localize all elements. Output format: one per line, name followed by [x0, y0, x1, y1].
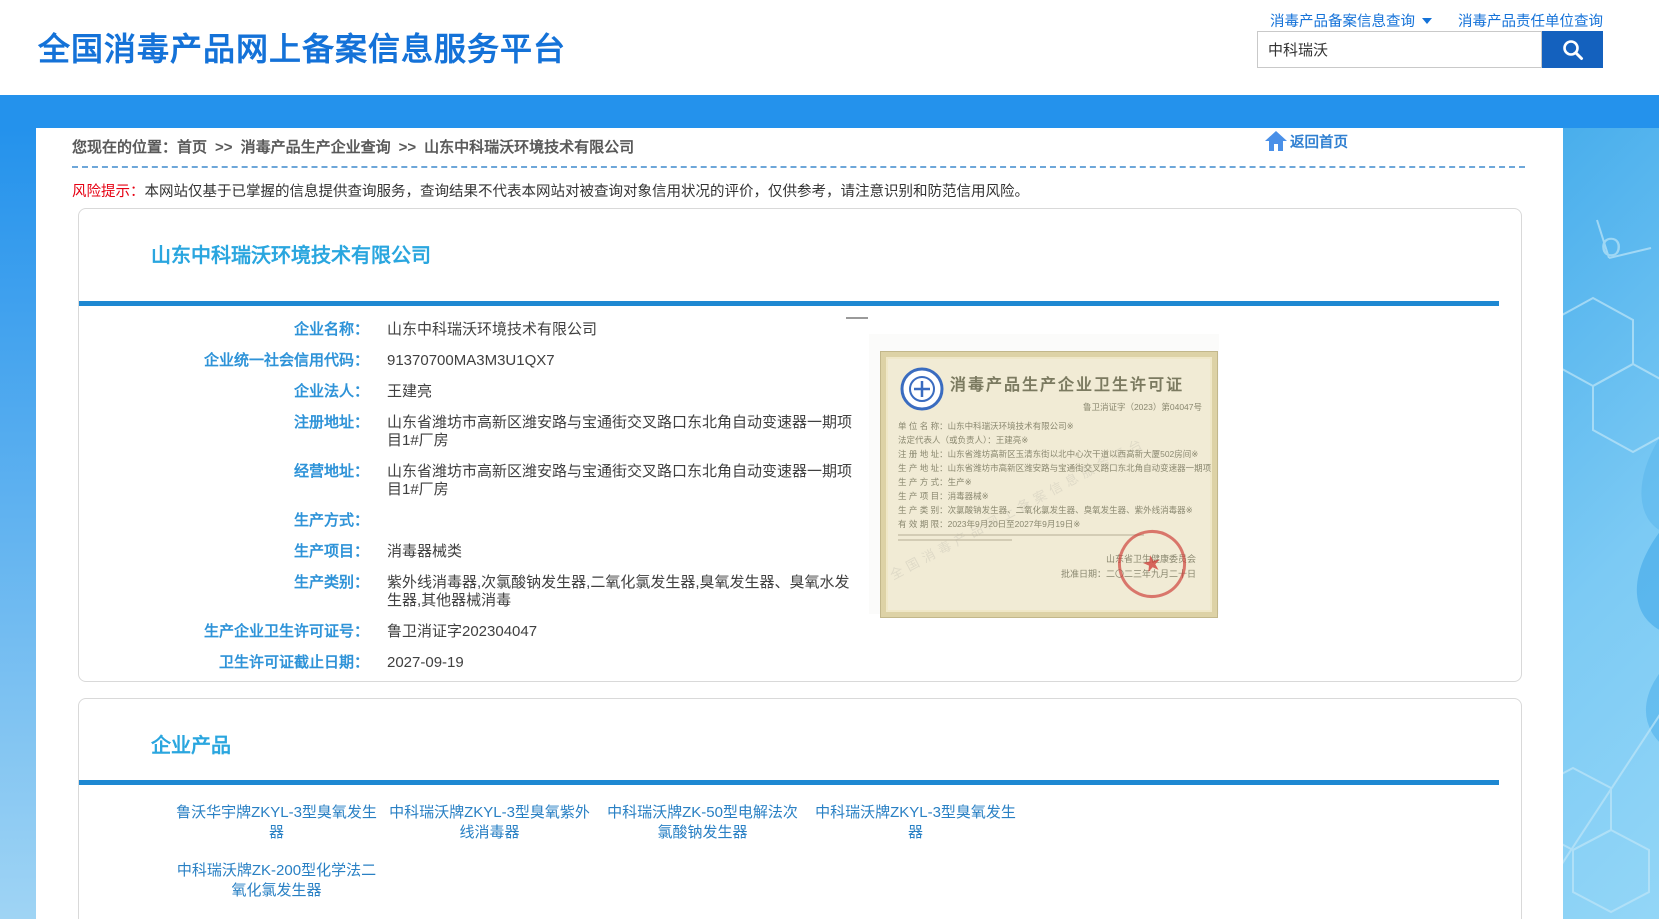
breadcrumb-separator: >>	[215, 139, 233, 156]
breadcrumb-section-link[interactable]: 消毒产品生产企业查询	[241, 139, 391, 156]
nav-link-responsible-unit-label: 消毒产品责任单位查询	[1458, 10, 1603, 31]
field-value: 消毒器械类	[387, 543, 462, 561]
field-label: 生产类别：	[79, 574, 369, 610]
field-row-business-address: 经营地址： 山东省潍坊市高新区潍安路与宝通街交叉路口东北角自动变速器一期项目1#…	[79, 463, 979, 499]
certificate-lines: 单 位 名 称：山东中科瑞沃环境技术有限公司※ 法定代表人（或负责人）：王建亮※…	[898, 419, 1198, 544]
field-row-company-name: 企业名称： 山东中科瑞沃环境技术有限公司	[79, 321, 979, 339]
field-label: 生产企业卫生许可证号：	[79, 623, 369, 641]
risk-notice-text: 本网站仅基于已掌握的信息提供查询服务，查询结果不代表本网站对被查询对象信用状况的…	[145, 184, 1030, 200]
breadcrumb: 您现在的位置：首页 >> 消毒产品生产企业查询 >> 山东中科瑞沃环境技术有限公司	[72, 136, 634, 157]
main-content: 您现在的位置：首页 >> 消毒产品生产企业查询 >> 山东中科瑞沃环境技术有限公司 返回…	[36, 128, 1563, 919]
company-products-card: 企业产品 鲁沃华宇牌ZKYL-3型臭氧发生器 中科瑞沃牌ZKYL-3型臭氧紫外线…	[78, 698, 1522, 919]
license-certificate: 全国消毒产品网上备案信息服务平台 消毒产品生产企业卫生许可证 鲁卫消证字（202…	[881, 352, 1217, 617]
breadcrumb-separator: >>	[399, 139, 417, 156]
field-label: 生产方式：	[79, 512, 369, 530]
search-input[interactable]	[1257, 31, 1542, 68]
field-label: 生产项目：	[79, 543, 369, 561]
health-emblem-icon	[900, 367, 944, 411]
license-certificate-image: 全国消毒产品网上备案信息服务平台 消毒产品生产企业卫生许可证 鲁卫消证字（202…	[869, 334, 1219, 614]
left-background-strip	[0, 128, 36, 919]
product-link-1[interactable]: 鲁沃华宇牌ZKYL-3型臭氧发生器	[174, 803, 379, 843]
field-label: 企业法人：	[79, 383, 369, 401]
back-home-link[interactable]: 返回首页	[1264, 130, 1348, 152]
top-nav: 消毒产品备案信息查询 消毒产品责任单位查询	[1270, 10, 1603, 31]
accent-divider	[79, 301, 1499, 306]
field-row-registered-address: 注册地址： 山东省潍坊市高新区潍安路与宝通街交叉路口东北角自动变速器一期项目1#…	[79, 414, 979, 450]
chevron-down-icon	[1422, 18, 1432, 24]
company-fields: 企业名称： 山东中科瑞沃环境技术有限公司 企业统一社会信用代码： 9137070…	[79, 321, 979, 685]
dashed-divider	[72, 166, 1525, 168]
certificate-line: 生 产 类 别：次氯酸钠发生器、二氧化氯发生器、臭氧发生器、紫外线消毒器※	[898, 503, 1198, 517]
right-background-strip: O OH	[1563, 128, 1659, 919]
field-label: 注册地址：	[79, 414, 369, 450]
search-bar	[1257, 31, 1603, 68]
photo-dash-mark	[846, 317, 868, 319]
certificate-line: 生 产 地 址：山东省潍坊市高新区潍安路与宝通街交叉路口东北角自动变速器一期项目…	[898, 461, 1198, 475]
field-value: 山东省潍坊市高新区潍安路与宝通街交叉路口东北角自动变速器一期项目1#厂房	[387, 414, 857, 450]
certificate-number: 鲁卫消证字（2023）第04047号	[1083, 401, 1202, 413]
breadcrumb-current: 山东中科瑞沃环境技术有限公司	[424, 139, 634, 156]
field-row-production-project: 生产项目： 消毒器械类	[79, 543, 979, 561]
field-label: 经营地址：	[79, 463, 369, 499]
certificate-line: 注 册 地 址：山东省潍坊高新区玉清东街以北中心次干道以西高新大厦502房间※	[898, 447, 1198, 461]
product-link-2[interactable]: 中科瑞沃牌ZKYL-3型臭氧紫外线消毒器	[387, 803, 592, 843]
company-info-card: 山东中科瑞沃环境技术有限公司 企业名称： 山东中科瑞沃环境技术有限公司 企业统一…	[78, 208, 1522, 682]
company-name-heading: 山东中科瑞沃环境技术有限公司	[151, 239, 431, 268]
nav-link-record-query[interactable]: 消毒产品备案信息查询	[1270, 10, 1432, 31]
search-icon	[1560, 37, 1586, 63]
certificate-line: 单 位 名 称：山东中科瑞沃环境技术有限公司※	[898, 419, 1198, 433]
field-row-license-expiry: 卫生许可证截止日期： 2027-09-19	[79, 654, 979, 672]
field-row-legal-person: 企业法人： 王建亮	[79, 383, 979, 401]
field-row-production-category: 生产类别： 紫外线消毒器,次氯酸钠发生器,二氧化氯发生器,臭氧发生器、臭氧水发生…	[79, 574, 979, 610]
nav-link-record-query-label: 消毒产品备案信息查询	[1270, 10, 1415, 31]
certificate-line: 法定代表人（或负责人）：王建亮※	[898, 433, 1198, 447]
field-value: 91370700MA3M3U1QX7	[387, 352, 555, 370]
field-value: 山东省潍坊市高新区潍安路与宝通街交叉路口东北角自动变速器一期项目1#厂房	[387, 463, 857, 499]
certificate-line: 生 产 方 式：生产※	[898, 475, 1198, 489]
molecule-background-art: O OH	[1563, 128, 1659, 919]
molecule-label-o: O	[1601, 232, 1621, 262]
field-row-credit-code: 企业统一社会信用代码： 91370700MA3M3U1QX7	[79, 352, 979, 370]
certificate-title: 消毒产品生产企业卫生许可证	[950, 371, 1184, 395]
field-value: 紫外线消毒器,次氯酸钠发生器,二氧化氯发生器,臭氧发生器、臭氧水发生器,其他器械…	[387, 574, 857, 610]
field-row-production-mode: 生产方式：	[79, 512, 979, 530]
breadcrumb-prefix: 您现在的位置：	[72, 139, 177, 156]
field-value: 山东中科瑞沃环境技术有限公司	[387, 321, 597, 339]
home-icon	[1264, 130, 1288, 152]
products-heading: 企业产品	[151, 729, 231, 758]
field-label: 企业统一社会信用代码：	[79, 352, 369, 370]
banner-bar	[0, 95, 1659, 128]
product-link-3[interactable]: 中科瑞沃牌ZK-50型电解法次氯酸钠发生器	[600, 803, 805, 843]
product-link-5[interactable]: 中科瑞沃牌ZK-200型化学法二氧化氯发生器	[174, 861, 379, 901]
field-label: 卫生许可证截止日期：	[79, 654, 369, 672]
certificate-line: 生 产 项 目：消毒器械※	[898, 489, 1198, 503]
breadcrumb-home-link[interactable]: 首页	[177, 139, 207, 156]
accent-divider	[79, 780, 1499, 785]
product-list: 鲁沃华宇牌ZKYL-3型臭氧发生器 中科瑞沃牌ZKYL-3型臭氧紫外线消毒器 中…	[174, 803, 1054, 901]
search-button[interactable]	[1542, 31, 1603, 68]
field-value: 2027-09-19	[387, 654, 464, 672]
field-value: 王建亮	[387, 383, 432, 401]
nav-link-responsible-unit-query[interactable]: 消毒产品责任单位查询	[1458, 10, 1603, 31]
page-title: 全国消毒产品网上备案信息服务平台	[38, 24, 566, 70]
risk-notice-label: 风险提示：	[72, 184, 145, 200]
field-row-license-number: 生产企业卫生许可证号： 鲁卫消证字202304047	[79, 623, 979, 641]
field-value: 鲁卫消证字202304047	[387, 623, 537, 641]
back-home-label: 返回首页	[1290, 131, 1348, 152]
risk-notice: 风险提示：本网站仅基于已掌握的信息提供查询服务，查询结果不代表本网站对被查询对象…	[72, 180, 1029, 201]
product-link-4[interactable]: 中科瑞沃牌ZKYL-3型臭氧发生器	[813, 803, 1018, 843]
field-label: 企业名称：	[79, 321, 369, 339]
